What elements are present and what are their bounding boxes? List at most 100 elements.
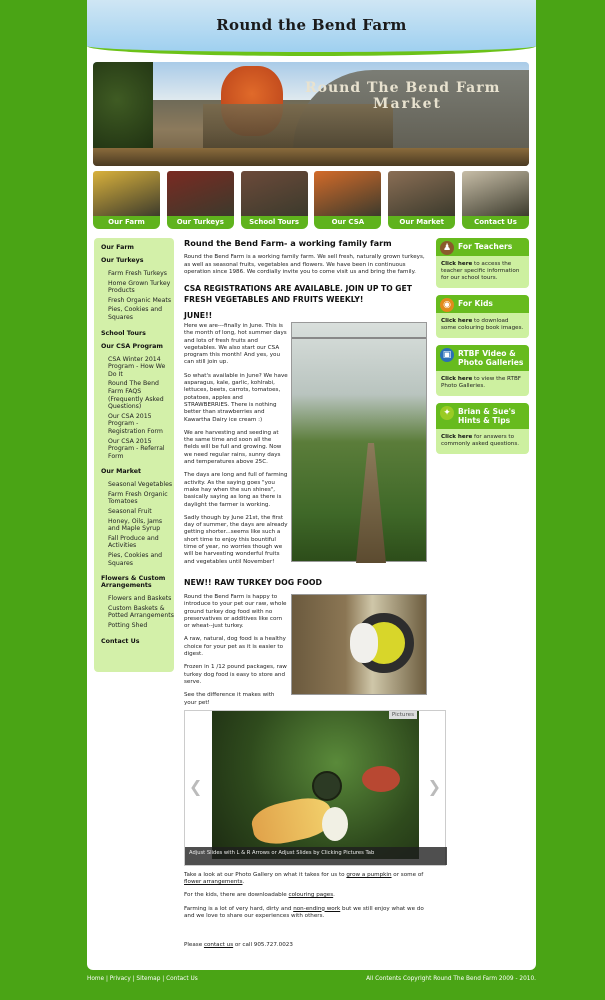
info-box-body: Click here to download some colouring bo…: [436, 313, 529, 338]
gallery-paragraph: Take a look at our Photo Gallery on what…: [184, 872, 424, 886]
nav-tile-our-farm[interactable]: Our Farm: [93, 171, 160, 229]
nav-tile-school-tours[interactable]: School Tours: [240, 171, 308, 229]
dog-food-paragraph: Frozen in 1 /12 pound packages, raw turk…: [184, 664, 287, 685]
sidebar-link[interactable]: Our CSA 2015 Program - Registration Form: [108, 413, 174, 436]
site-title[interactable]: Round the Bend Farm: [87, 16, 536, 34]
header: Round the Bend Farm: [87, 0, 536, 56]
slideshow-caption: Adjust Slides with L & R Arrows or Adjus…: [185, 847, 447, 865]
sidebar-nav: Our Farm Our Turkeys Farm Fresh Turkeys H…: [94, 238, 174, 672]
slideshow-image[interactable]: [212, 711, 419, 859]
june-paragraph: The days are long and full of farming ac…: [184, 472, 288, 508]
nav-tile-our-csa-program[interactable]: Our CSA Program: [314, 171, 382, 229]
sidebar-item-our-turkeys[interactable]: Our Turkeys: [101, 257, 174, 264]
sidebar-group-flowers: Flowers and Baskets Custom Baskets & Pott…: [101, 595, 174, 629]
sidebar-link[interactable]: Pies, Cookies and Squares: [108, 306, 174, 321]
nav-tile-our-market[interactable]: Our Market: [388, 171, 456, 229]
page-title: Round the Bend Farm- a working family fa…: [184, 238, 392, 248]
dog-food-paragraph: A raw, natural, dog food is a healthy ch…: [184, 636, 286, 658]
dog-food-text: Round the Bend Farm is happy to introduc…: [184, 594, 288, 713]
tile-label: Our Market: [388, 216, 456, 229]
june-paragraph: We are harvesting and seeding at the sam…: [184, 429, 282, 466]
non-ending-work-link[interactable]: non-ending work: [293, 906, 340, 912]
tile-label: Contact Us: [461, 216, 529, 229]
sidebar-group-csa: CSA Winter 2014 Program - How We Do It Ro…: [101, 356, 174, 461]
sidebar-link[interactable]: Farm Fresh Turkeys: [108, 270, 174, 278]
june-paragraph: Sadly though by June 21st, the first day…: [184, 514, 288, 565]
banner-image: Round The Bend Farm Market: [93, 62, 529, 166]
sidebar-link[interactable]: Seasonal Vegetables: [108, 481, 174, 489]
sidebar-item-market[interactable]: Our Market: [101, 468, 174, 475]
info-box-body: Click here for answers to commonly asked…: [436, 429, 529, 454]
sidebar-item-our-farm[interactable]: Our Farm: [101, 244, 174, 251]
info-box-for-kids: ◉ For Kids Click here to download some col…: [436, 295, 529, 338]
sidebar-group-turkeys: Farm Fresh Turkeys Home Grown Turkey Prod…: [101, 270, 174, 322]
sidebar-link[interactable]: Pies, Cookies and Squares: [108, 552, 174, 567]
greenhouse-photo: [291, 322, 427, 563]
info-box-header[interactable]: ✦ Brian & Sue's Hints & Tips: [436, 403, 529, 429]
sidebar-link[interactable]: Honey, Oils, Jams and Maple Syrup: [108, 518, 174, 533]
page-container: Round the Bend Farm Round The Bend Farm …: [87, 0, 536, 970]
contact-us-link[interactable]: contact us: [204, 942, 233, 948]
click-here-link[interactable]: Click here: [441, 376, 472, 382]
click-here-link[interactable]: Click here: [441, 318, 472, 324]
click-here-link[interactable]: Click here: [441, 261, 472, 267]
dog-food-heading: NEW!! RAW TURKEY DOG FOOD: [184, 578, 322, 587]
info-box-title: For Kids: [458, 299, 493, 308]
dog-food-paragraph: Round the Bend Farm is happy to introduc…: [184, 594, 287, 630]
sidebar-link[interactable]: Potting Shed: [108, 622, 174, 630]
csa-announcement: CSA REGISTRATIONS ARE AVAILABLE. JOIN UP…: [184, 283, 412, 304]
teacher-icon: ♟: [440, 241, 454, 255]
tile-label: School Tours: [240, 216, 308, 229]
globe-icon: ◉: [440, 298, 454, 312]
tile-photo: [240, 171, 308, 217]
info-box-brian-sue-s-hints-tips: ✦ Brian & Sue's Hints & Tips Click here fo…: [436, 403, 529, 454]
info-box-header[interactable]: ♟ For Teachers: [436, 238, 529, 256]
sidebar-item-school-tours[interactable]: School Tours: [101, 330, 174, 337]
sidebar-link[interactable]: Custom Baskets & Potted Arrangements: [108, 605, 174, 620]
tile-photo: [93, 171, 160, 217]
sidebar-item-flowers[interactable]: Flowers & Custom Arrangements: [101, 575, 174, 589]
tile-label: Our CSA Program: [314, 216, 382, 229]
nav-tiles: Our Farm Our Turkeys School Tours Our CSA P…: [93, 171, 529, 229]
sidebar-link[interactable]: Our CSA 2015 Program - Referral Form: [108, 438, 174, 461]
sidebar-item-csa[interactable]: Our CSA Program: [101, 343, 174, 350]
footer-link-sitemap[interactable]: Sitemap: [136, 976, 160, 982]
footer-link-privacy[interactable]: Privacy: [110, 976, 131, 982]
main-content: Round the Bend Farm- a working family fa…: [184, 238, 447, 948]
footer-link-contact-us[interactable]: Contact Us: [166, 976, 198, 982]
sidebar-link[interactable]: Home Grown Turkey Products: [108, 280, 174, 295]
info-box-for-teachers: ♟ For Teachers Click here to access the te…: [436, 238, 529, 288]
sidebar-group-market: Seasonal Vegetables Farm Fresh Organic To…: [101, 481, 174, 567]
photo-slideshow[interactable]: Pictures ❮ ❯ Adjust Slides with L & R Ar…: [184, 710, 447, 866]
nav-tile-contact-us[interactable]: Contact Us: [461, 171, 529, 229]
sidebar-link[interactable]: Round The Bend Farm FAQS (Frequently Ask…: [108, 380, 174, 410]
footer-links: Home | Privacy | Sitemap | Contact Us: [87, 976, 198, 982]
contact-paragraph: Please contact us or call 905.727.0023: [184, 942, 293, 949]
sidebar-item-contact[interactable]: Contact Us: [101, 638, 174, 645]
closing-text: Take a look at our Photo Gallery on what…: [184, 872, 432, 955]
sidebar-link[interactable]: Farm Fresh Organic Tomatoes: [108, 491, 174, 506]
grow-pumpkin-link[interactable]: grow a pumpkin: [346, 872, 391, 878]
pictures-tab[interactable]: Pictures: [388, 711, 417, 719]
info-box-header[interactable]: ◉ For Kids: [436, 295, 529, 313]
click-here-link[interactable]: Click here: [441, 434, 472, 440]
chevron-left-icon[interactable]: ❮: [189, 777, 202, 796]
chevron-right-icon[interactable]: ❯: [428, 777, 441, 796]
footer-link-home[interactable]: Home: [87, 976, 104, 982]
video-icon: ▣: [440, 348, 454, 362]
flower-arrangements-link[interactable]: flower arrangements: [184, 879, 242, 885]
sidebar-link[interactable]: Seasonal Fruit: [108, 508, 174, 516]
tile-label: Our Farm: [93, 216, 160, 229]
copyright-text: All Contents Copyright Round The Bend Fa…: [366, 976, 536, 982]
intro-text: Round the Bend Farm is a working family …: [184, 254, 425, 275]
info-box-title: For Teachers: [458, 242, 513, 251]
colouring-pages-link[interactable]: colouring pages: [289, 892, 334, 898]
right-sidebar: ♟ For Teachers Click here to access the te…: [436, 238, 529, 461]
sidebar-link[interactable]: Flowers and Baskets: [108, 595, 174, 603]
farming-paragraph: Farming is a lot of very hard, dirty and…: [184, 905, 424, 919]
sidebar-link[interactable]: CSA Winter 2014 Program - How We Do It: [108, 356, 174, 379]
info-box-header[interactable]: ▣ RTBF Video & Photo Galleries: [436, 345, 529, 371]
sidebar-link[interactable]: Fall Produce and Activities: [108, 535, 174, 550]
nav-tile-our-turkeys[interactable]: Our Turkeys: [166, 171, 234, 229]
sidebar-link[interactable]: Fresh Organic Meats: [108, 297, 174, 305]
